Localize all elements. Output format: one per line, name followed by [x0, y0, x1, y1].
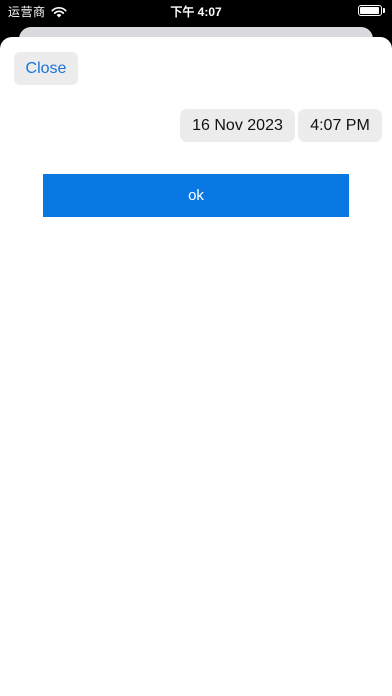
date-picker-button[interactable]: 16 Nov 2023 — [180, 109, 295, 142]
battery-level — [360, 7, 379, 14]
ok-button[interactable]: ok — [43, 174, 349, 217]
close-button[interactable]: Close — [14, 52, 78, 85]
phone-screen: 运营商 下午 4:07 Close 16 Nov 2023 4:07 PM ok — [0, 0, 392, 696]
status-bar: 运营商 下午 4:07 — [0, 0, 392, 22]
time-picker-button[interactable]: 4:07 PM — [298, 109, 382, 142]
modal-sheet: Close 16 Nov 2023 4:07 PM ok — [0, 37, 392, 696]
status-time: 下午 4:07 — [170, 5, 222, 19]
battery-icon — [358, 5, 385, 16]
